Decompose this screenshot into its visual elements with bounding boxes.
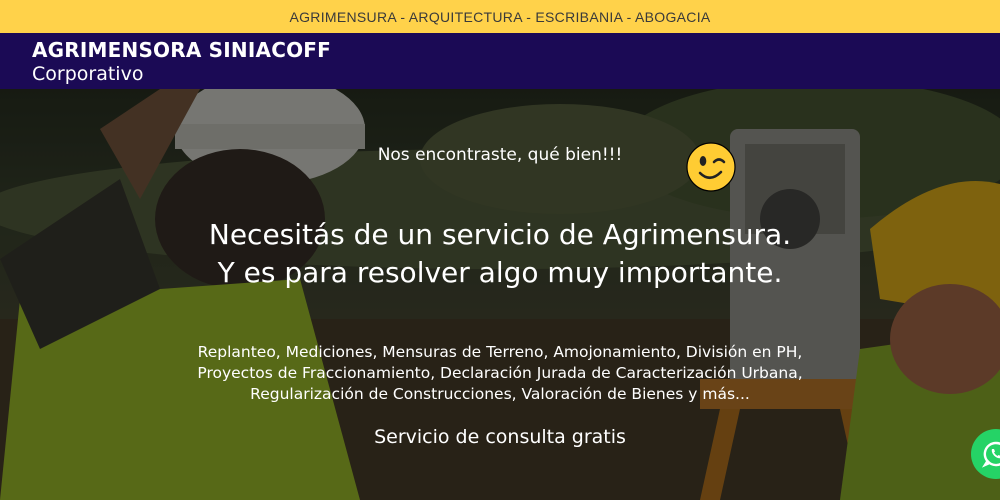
hero-headline-line-2: Y es para resolver algo muy importante. [217, 256, 783, 289]
hero-intro-text: Nos encontraste, qué bien!!! [377, 145, 623, 165]
hero-headline-line-1: Necesitás de un servicio de Agrimensura. [208, 218, 792, 251]
free-consultation-text: Servicio de consulta gratis [374, 426, 626, 448]
whatsapp-icon [982, 441, 1000, 468]
site-header: AGRIMENSORA SINIACOFF Corporativo [0, 33, 1000, 89]
hero-section: Nos encontraste, qué bien!!! Necesitás d… [0, 89, 1000, 500]
services-list: AGRIMENSURA - ARQUITECTURA - ESCRIBANIA … [289, 8, 711, 25]
winking-face-emoji-icon [686, 142, 736, 192]
hero-headline: Necesitás de un servicio de Agrimensura.… [0, 216, 1000, 292]
brand-logo-subtitle[interactable]: Corporativo [32, 63, 143, 85]
brand-logo-name[interactable]: AGRIMENSORA SINIACOFF [32, 38, 331, 62]
top-service-bar: AGRIMENSURA - ARQUITECTURA - ESCRIBANIA … [0, 0, 1000, 33]
hero-services-description: Replanteo, Mediciones, Mensuras de Terre… [197, 343, 803, 403]
